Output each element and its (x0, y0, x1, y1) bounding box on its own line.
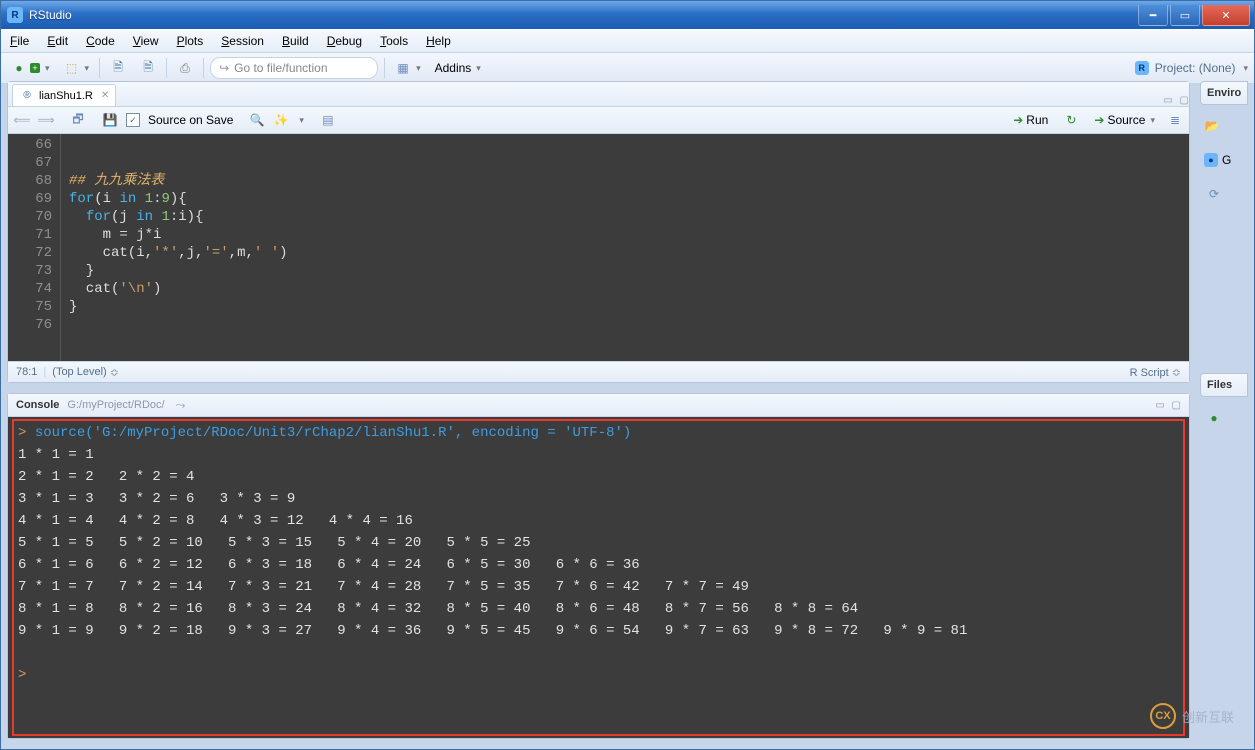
source-toolbar: ⟸ ⟹ 🗗 💾 ✓ Source on Save 🔍 ✨▾ ▤ ➔Run ↻ (8, 107, 1189, 134)
app-icon: R (7, 7, 23, 23)
menu-file[interactable]: File (1, 30, 38, 52)
save-all-button[interactable]: 🗎 (136, 58, 160, 78)
source-tab[interactable]: ® lianShu1.R ✕ (12, 84, 116, 106)
code-editor[interactable]: 6667686970717273747576 ## 九九乘法表 for(i in… (8, 134, 1189, 361)
console-pane: Console G:/myProject/RDoc/ ⤳ ▭ ▢ > sourc… (7, 393, 1190, 739)
language-label[interactable]: R Script (1130, 367, 1169, 379)
open-file-button[interactable]: 🗎 (106, 58, 130, 78)
pane-min-icon[interactable]: ▭ (1155, 400, 1164, 411)
rerun-button[interactable]: ↻ (1060, 111, 1082, 129)
goto-wd-icon[interactable]: ⤳ (173, 397, 189, 413)
menu-help[interactable]: Help (417, 30, 460, 52)
console-body[interactable]: > source('G:/myProject/RDoc/Unit3/rChap2… (8, 417, 1189, 738)
source-on-save-checkbox[interactable]: ✓ (126, 113, 140, 127)
new-file-button[interactable]: ●+▾ (7, 58, 54, 78)
scope-label[interactable]: (Top Level) (52, 366, 106, 378)
titlebar: R RStudio ━ ▭ ✕ (1, 1, 1254, 29)
editor-statusbar: 78:1 | (Top Level) ≎ R Script ≎ (8, 361, 1189, 382)
run-button[interactable]: ➔Run (1007, 111, 1054, 129)
save-icon[interactable]: 💾 (102, 112, 118, 128)
wand-icon[interactable]: ✨ (273, 112, 289, 128)
environment-tab[interactable]: Enviro (1200, 81, 1248, 105)
console-title: Console (16, 399, 59, 411)
main-toolbar: ●+▾ ⬚▾ 🗎 🗎 ⎙ ↪Go to file/function ▦▾ Add… (1, 53, 1254, 84)
pane-min-icon[interactable]: ▭ (1163, 95, 1172, 106)
right-column: Enviro 📂 ● G ⟳ Files ● (1200, 81, 1248, 739)
close-button[interactable]: ✕ (1202, 5, 1250, 26)
goto-file-input[interactable]: ↪Go to file/function (210, 57, 378, 79)
r-file-icon: ® (19, 88, 35, 104)
source-tab-label: lianShu1.R (39, 90, 93, 102)
minimize-button[interactable]: ━ (1138, 5, 1168, 26)
cursor-position: 78:1 (16, 366, 37, 378)
window-controls: ━ ▭ ✕ (1136, 5, 1250, 25)
new-project-button[interactable]: ⬚▾ (60, 58, 94, 78)
console-path: G:/myProject/RDoc/ (67, 399, 164, 411)
menu-plots[interactable]: Plots (168, 30, 213, 52)
addins-button[interactable]: Addins▾ (431, 59, 485, 77)
forward-icon[interactable]: ⟹ (38, 112, 54, 128)
notebook-icon[interactable]: ▤ (320, 112, 336, 128)
console-header: Console G:/myProject/RDoc/ ⤳ ▭ ▢ (8, 394, 1189, 417)
menu-session[interactable]: Session (212, 30, 273, 52)
maximize-button[interactable]: ▭ (1170, 5, 1200, 26)
outline-icon[interactable]: ≣ (1167, 112, 1183, 128)
pane-max-icon[interactable]: ▢ (1180, 95, 1189, 106)
menu-debug[interactable]: Debug (318, 30, 371, 52)
rstudio-window: R RStudio ━ ▭ ✕ FileEditCodeViewPlotsSes… (0, 0, 1255, 750)
find-icon[interactable]: 🔍 (249, 112, 265, 128)
client-area: ® lianShu1.R ✕ ▭ ▢ ⟸ ⟹ 🗗 💾 ✓ Source on S… (7, 81, 1248, 739)
menu-edit[interactable]: Edit (38, 30, 77, 52)
window-title: RStudio (29, 8, 1136, 22)
menu-view[interactable]: View (124, 30, 168, 52)
grid-button[interactable]: ▦▾ (391, 58, 425, 78)
open-folder-icon[interactable]: 📂 (1204, 118, 1220, 134)
pane-max-icon[interactable]: ▢ (1172, 400, 1181, 411)
menu-tools[interactable]: Tools (371, 30, 417, 52)
popup-icon[interactable]: 🗗 (70, 112, 86, 128)
menu-build[interactable]: Build (273, 30, 318, 52)
source-on-save-label: Source on Save (148, 113, 233, 127)
files-tab[interactable]: Files (1200, 373, 1248, 397)
source-button[interactable]: ➔Source▾ (1088, 111, 1161, 129)
global-env-icon[interactable]: ● (1204, 153, 1218, 167)
project-selector[interactable]: R Project: (None) ▾ (1135, 61, 1248, 75)
menubar: FileEditCodeViewPlotsSessionBuildDebugTo… (1, 29, 1254, 53)
new-folder-icon[interactable]: ● (1206, 410, 1222, 426)
print-button[interactable]: ⎙ (173, 58, 197, 78)
source-pane: ® lianShu1.R ✕ ▭ ▢ ⟸ ⟹ 🗗 💾 ✓ Source on S… (7, 81, 1190, 383)
goto-placeholder: Go to file/function (234, 61, 327, 75)
close-tab-icon[interactable]: ✕ (101, 90, 109, 101)
menu-code[interactable]: Code (77, 30, 124, 52)
source-tabstrip: ® lianShu1.R ✕ ▭ ▢ (8, 82, 1189, 107)
back-icon[interactable]: ⟸ (14, 112, 30, 128)
refresh-icon[interactable]: ⟳ (1206, 186, 1222, 202)
